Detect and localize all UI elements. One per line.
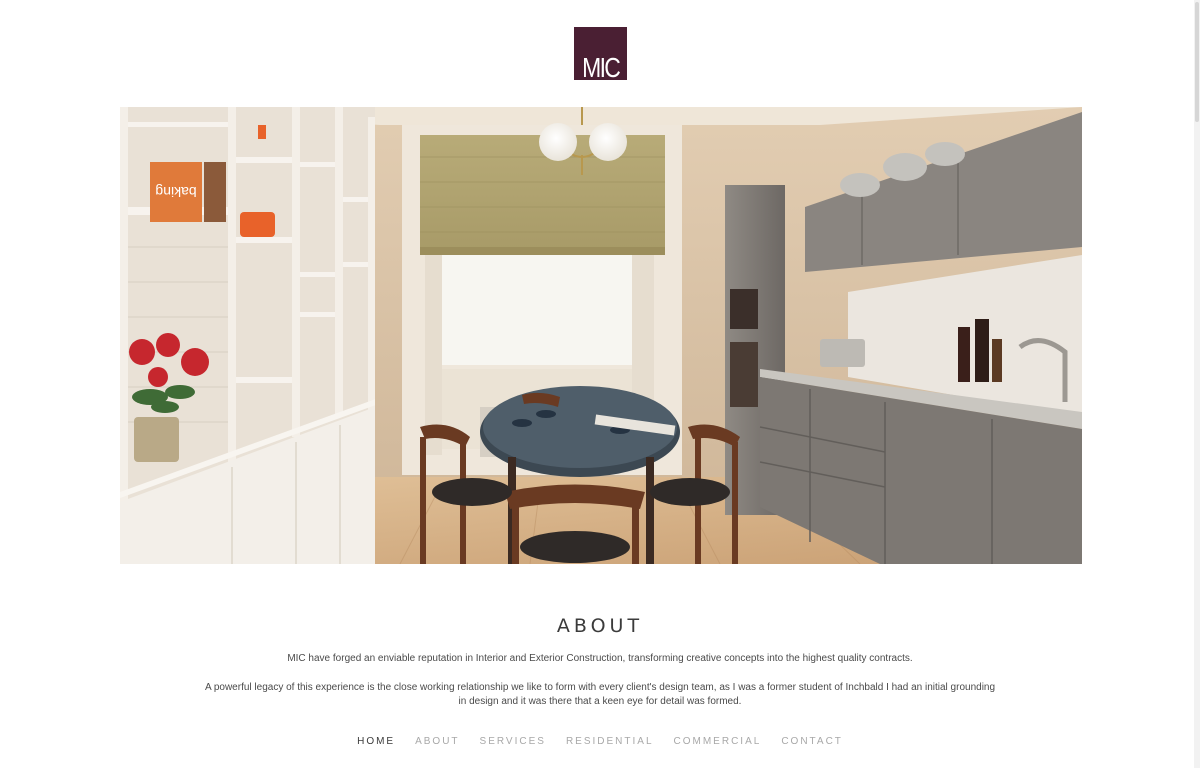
- page: MIC baking ABOUT MIC have forged an envi…: [0, 0, 1200, 768]
- nav-item-commercial[interactable]: COMMERCIAL: [674, 736, 762, 747]
- about-heading: ABOUT: [556, 615, 644, 637]
- book-spine-text: baking: [155, 184, 196, 200]
- scrollbar-thumb[interactable]: [1195, 2, 1199, 122]
- nav-item-home[interactable]: HOME: [357, 736, 395, 747]
- nav-item-residential[interactable]: RESIDENTIAL: [566, 736, 654, 747]
- nav-item-contact[interactable]: CONTACT: [781, 736, 843, 747]
- about-paragraph-1: MIC have forged an enviable reputation i…: [287, 653, 913, 664]
- site-logo[interactable]: MIC: [574, 27, 627, 83]
- nav-item-services[interactable]: SERVICES: [480, 736, 546, 747]
- logo-text: MIC: [581, 52, 621, 83]
- footer-nav: HOME ABOUT SERVICES RESIDENTIAL COMMERCI…: [0, 736, 1200, 747]
- hero-image: baking: [120, 107, 1082, 564]
- nav-item-about[interactable]: ABOUT: [415, 736, 459, 747]
- scrollbar[interactable]: [1194, 0, 1200, 768]
- about-paragraph-2: A powerful legacy of this experience is …: [204, 682, 996, 707]
